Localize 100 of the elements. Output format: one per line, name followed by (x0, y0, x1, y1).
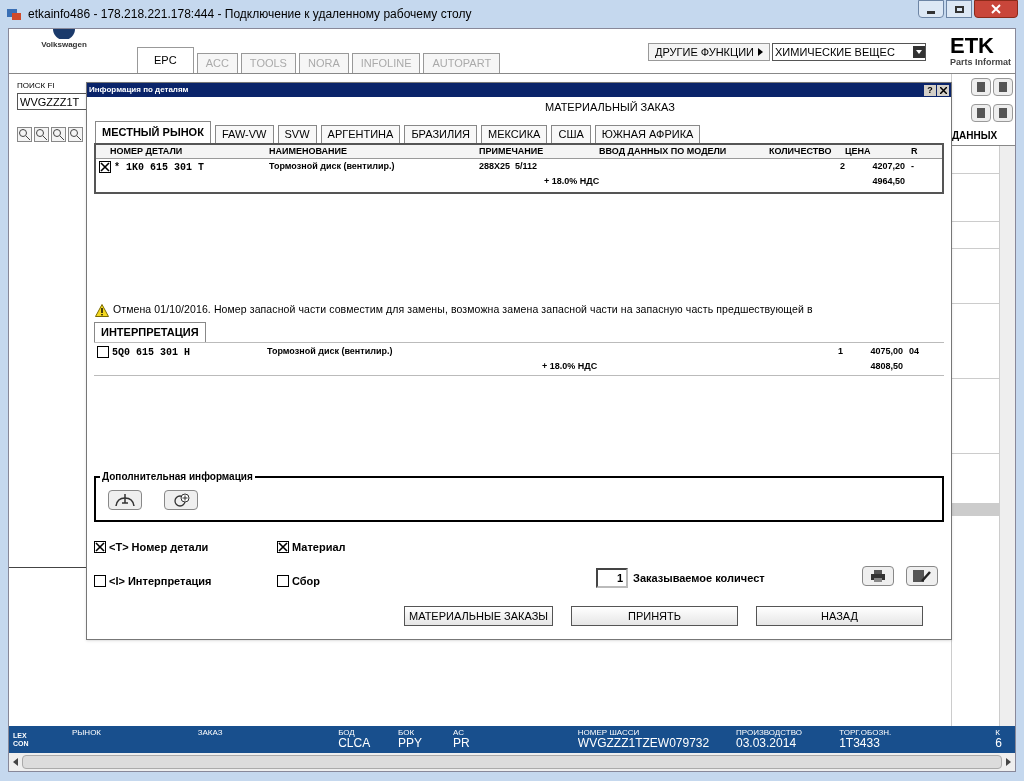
status-value: 03.03.2014 (736, 737, 797, 750)
market-tab[interactable]: SVW (277, 125, 317, 143)
part-note: 288X25 5/112 (479, 161, 538, 172)
status-label: ЗАКАЗ (197, 728, 224, 737)
status-label: К (995, 728, 1001, 737)
etka-logo: ETK (950, 35, 994, 56)
brand-logo-icon (52, 29, 76, 39)
zoom-icon[interactable] (68, 127, 83, 142)
order-quantity-field[interactable]: 1 (596, 568, 628, 588)
help-button[interactable]: ? (924, 84, 936, 96)
market-tab[interactable]: ЮЖНАЯ АФРИКА (594, 125, 701, 143)
check-mark-icon (95, 542, 105, 552)
column-header: ПРИМЕЧАНИЕ (479, 145, 544, 156)
dialog-title: Информация по деталям (89, 84, 189, 96)
dialog-button[interactable]: НАЗАД (756, 606, 923, 626)
column-header: КОЛИЧЕСТВО (769, 145, 832, 156)
quantity: 1 (838, 346, 843, 357)
document-icon (975, 107, 987, 119)
dialog-button[interactable]: МАТЕРИАЛЬНЫЕ ЗАКАЗЫ (404, 606, 553, 626)
info-icon (114, 493, 136, 507)
market-tab[interactable]: МЕСТНЫЙ РЫНОК (95, 121, 211, 143)
part-name: Тормозной диск (вентилир.) (267, 346, 393, 357)
option-label: <I> Интерпретация (109, 573, 212, 589)
quantity: 2 (840, 161, 845, 172)
warning-icon (95, 303, 109, 317)
check-mark-icon (100, 162, 110, 172)
column-header: НАИМЕНОВАНИЕ (269, 145, 347, 156)
checkbox[interactable] (97, 346, 109, 358)
order-quantity-label: Заказываемое количест (633, 570, 765, 586)
column-header: R (911, 145, 918, 156)
status-value: 1T3433 (839, 737, 881, 750)
status-label: ПРОИЗВОДСТВО (736, 728, 803, 737)
market-tab[interactable]: США (551, 125, 591, 143)
status-value: 6 (995, 737, 1003, 750)
option-label: <T> Номер детали (109, 539, 209, 555)
document-icon[interactable] (993, 78, 1013, 96)
checkbox[interactable] (94, 541, 106, 553)
maximize-button[interactable] (946, 0, 972, 18)
market-tab[interactable]: FAW-VW (214, 125, 274, 143)
column-header: НОМЕР ДЕТАЛИ (110, 145, 183, 156)
market-tab[interactable]: БРАЗИЛИЯ (404, 125, 478, 143)
checkbox[interactable] (99, 161, 111, 173)
price: 4207,20 (872, 161, 905, 172)
dropdown-button[interactable] (913, 46, 925, 59)
add-button[interactable] (164, 490, 198, 510)
status-label: РЫНОК (71, 728, 102, 737)
app-tab[interactable]: EPC (137, 47, 194, 73)
part-name: Тормозной диск (вентилир.) (269, 161, 395, 172)
price-with-vat: 4808,50 (870, 361, 903, 372)
checkbox[interactable] (277, 575, 289, 587)
scroll-right-icon[interactable] (1006, 758, 1011, 766)
notice-text: Отмена 01/10/2016. Номер запасной части совместим для замены, возможна замена запасной части на запасную часть предшествующей в (113, 302, 813, 318)
other-functions-button[interactable]: ДРУГИЕ ФУНКЦИИ (648, 43, 770, 62)
triangle-icon (758, 48, 763, 57)
zoom-icon[interactable] (34, 127, 49, 142)
list-row-highlight (952, 504, 999, 516)
vat-note: + 18.0% НДС (544, 176, 600, 187)
brand-name: Volkswagen (41, 39, 87, 51)
vat-note: + 18.0% НДС (542, 361, 598, 372)
list-icon[interactable] (971, 78, 991, 96)
edit-button[interactable] (906, 566, 938, 586)
data-tab-label: ДАННЫХ (952, 129, 998, 143)
zoom-icon[interactable] (51, 127, 66, 142)
checkbox[interactable] (94, 575, 106, 587)
edit-icon (913, 570, 931, 582)
zoom-icon[interactable] (17, 127, 32, 142)
r-code: - (911, 161, 914, 172)
window-title: etkainfo486 - 178.218.221.178:444 - Подключение к удаленному рабочему столу (28, 6, 472, 23)
remote-desktop-icon (6, 6, 22, 22)
minimize-button[interactable] (918, 0, 944, 18)
scroll-left-icon[interactable] (13, 758, 18, 766)
status-value: PR (453, 737, 471, 750)
category-dropdown[interactable]: ХИМИЧЕСКИЕ ВЕЩЕС (772, 43, 926, 62)
dialog-button[interactable]: ПРИНЯТЬ (571, 606, 738, 626)
search-label: ПОИСК FI (17, 80, 56, 92)
caret-icon (916, 50, 922, 55)
print-button[interactable] (862, 566, 894, 586)
printer-icon (871, 570, 885, 582)
status-value: PPY (398, 737, 424, 750)
checkbox[interactable] (277, 541, 289, 553)
interpretation-tab[interactable]: ИНТЕРПРЕТАЦИЯ (94, 322, 206, 342)
market-tab[interactable]: МЕКСИКА (481, 125, 548, 143)
dialog-heading: МАТЕРИАЛЬНЫЙ ЗАКАЗ (545, 99, 675, 115)
info-button[interactable] (108, 490, 142, 510)
market-tab[interactable]: АРГЕНТИНА (320, 125, 401, 143)
status-value: CLCA (338, 737, 372, 750)
status-label: НОМЕР ШАССИ (577, 728, 641, 737)
part-number: 5Q0 615 301 H (111, 345, 190, 360)
close-button[interactable] (937, 84, 949, 96)
check-mark-icon (278, 542, 288, 552)
option-label: Сбор (292, 573, 321, 589)
status-label: АС (453, 728, 465, 737)
first-page-icon[interactable] (971, 104, 991, 122)
group-title: Дополнительная информация (100, 469, 255, 484)
status-value: WVGZZZ1TZEW079732 (577, 737, 711, 750)
close-button[interactable] (974, 0, 1018, 18)
column-header: ВВОД ДАННЫХ ПО МОДЕЛИ (599, 145, 727, 156)
previous-icon[interactable] (993, 104, 1013, 122)
price-with-vat: 4964,50 (872, 176, 905, 187)
part-number: * 1K0 615 301 T (113, 160, 204, 175)
